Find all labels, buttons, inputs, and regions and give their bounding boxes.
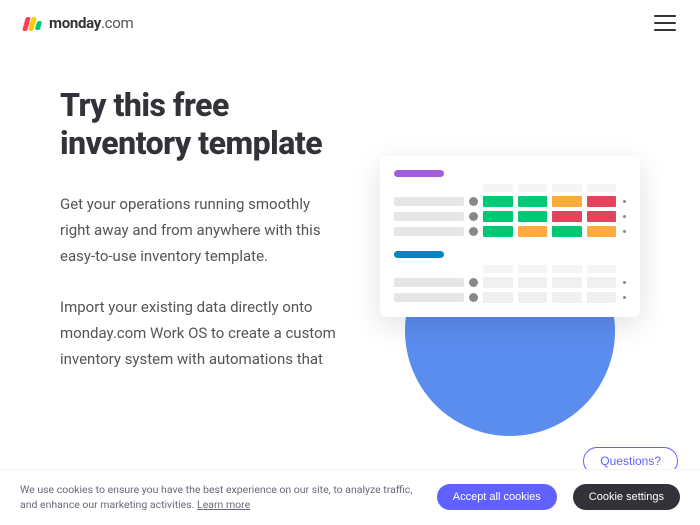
hamburger-menu-icon[interactable] bbox=[654, 15, 676, 31]
template-board-illustration bbox=[380, 156, 640, 317]
cookie-text: We use cookies to ensure you have the be… bbox=[20, 482, 421, 514]
accept-cookies-button[interactable]: Accept all cookies bbox=[437, 484, 557, 510]
hero-text-column: Try this free inventory template Get you… bbox=[60, 86, 340, 396]
learn-more-link[interactable]: Learn more bbox=[197, 498, 250, 511]
main-content: Try this free inventory template Get you… bbox=[0, 46, 700, 396]
cookie-banner: We use cookies to ensure you have the be… bbox=[0, 469, 700, 525]
page-title: Try this free inventory template bbox=[60, 86, 340, 163]
brand-logo[interactable]: monday.com bbox=[24, 14, 133, 32]
brand-logo-mark bbox=[24, 15, 41, 31]
hero-paragraph-1: Get your operations running smoothly rig… bbox=[60, 191, 340, 270]
cookie-settings-button[interactable]: Cookie settings bbox=[573, 484, 680, 510]
hero-illustration bbox=[380, 86, 640, 396]
hero-paragraph-2: Import your existing data directly onto … bbox=[60, 294, 340, 373]
site-header: monday.com bbox=[0, 0, 700, 46]
brand-logo-text: monday.com bbox=[49, 14, 133, 32]
